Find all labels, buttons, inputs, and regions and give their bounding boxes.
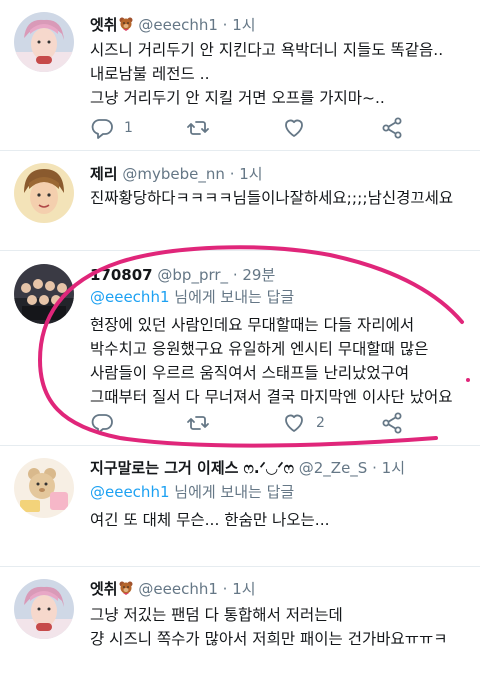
tweet-line: 그냥 거리두기 안 지킬 거면 오프를 가지마~.. — [90, 89, 385, 107]
tweet-header: 지구말로는 그거 이제스 ෆ.ᐟ◡ᐟෆ @2_Ze_S · 1시 — [90, 457, 405, 479]
reply-context-label: 님에게 보내는 답글 — [169, 483, 295, 501]
tweet-header: 제리 @mybebe_nn · 1시 — [90, 163, 263, 185]
tweet[interactable]: 엣취 @eeechh1 · 1시 시즈니 거리두기 안 지킨다고 욕박더니 지들… — [0, 0, 480, 150]
tweet-actions: 2 — [90, 411, 420, 435]
tweet-text: 진짜황당하다ㅋㅋㅋㅋ님들이나잘하세요;;;;남신경끄세요 — [90, 186, 475, 210]
reply-handle-link[interactable]: @eeechh1 — [90, 483, 170, 501]
tweet-header: 엣취 @eeechh1 · 1시 — [90, 14, 256, 36]
tweet-line: 여긴 또 대체 무슨... 한숨만 나오는... — [90, 511, 330, 529]
tweet-line: 진짜황당하다ㅋㅋㅋㅋ님들이나잘하세요;;;;남신경끄세요 — [90, 189, 454, 207]
tweet-header: 170807 @bp_prr_ · 29분 — [90, 264, 275, 286]
reply-button[interactable]: 1 — [90, 116, 133, 140]
retweet-icon — [187, 416, 209, 430]
retweet-icon — [187, 121, 209, 135]
teddy-bear-icon — [118, 580, 134, 602]
share-icon — [382, 412, 402, 434]
display-name[interactable]: 170807 — [90, 266, 153, 284]
tweet-line: 사람들이 우르르 움직여서 스태프들 난리났었구여 — [90, 364, 410, 382]
tweet-line: 내로남불 레전드 .. — [90, 65, 210, 83]
reply-icon — [91, 119, 113, 139]
display-name[interactable]: 제리 — [90, 165, 118, 183]
share-icon — [382, 117, 402, 139]
retweet-button[interactable] — [186, 411, 210, 435]
like-count: 2 — [316, 415, 325, 431]
separator: · — [222, 580, 228, 598]
reply-button[interactable] — [90, 411, 114, 435]
avatar[interactable] — [14, 579, 74, 639]
tweet-text: 그냥 저깄는 팬덤 다 통합해서 저러는데 걍 시즈니 쪽수가 많아서 저희만 … — [90, 603, 475, 651]
display-name[interactable]: 지구말로는 그거 이제스 ෆ.ᐟ◡ᐟෆ — [90, 459, 294, 477]
heart-icon — [285, 414, 303, 432]
like-button[interactable]: 2 — [282, 411, 325, 435]
tweet-line: 걍 시즈니 쪽수가 많아서 저희만 패이는 건가바요ㅠㅠㅋ — [90, 630, 448, 648]
tweet[interactable]: 제리 @mybebe_nn · 1시 진짜황당하다ㅋㅋㅋㅋ님들이나잘하세요;;;… — [0, 151, 480, 250]
user-handle[interactable]: @eeechh1 — [138, 580, 218, 598]
share-button[interactable] — [380, 116, 404, 140]
tweet-line: 시즈니 거리두기 안 지킨다고 욕박더니 지들도 똑같음.. — [90, 41, 444, 59]
teddy-bear-icon — [118, 16, 134, 38]
tweet-line: 그냥 저깄는 팬덤 다 통합해서 저러는데 — [90, 606, 343, 624]
timestamp[interactable]: 1시 — [239, 165, 262, 183]
display-name[interactable]: 엣취 — [90, 16, 118, 34]
timestamp[interactable]: 29분 — [242, 266, 275, 284]
tweet-header: 엣취 @eeechh1 · 1시 — [90, 578, 256, 600]
reply-context-label: 님에게 보내는 답글 — [169, 288, 295, 306]
tweet-line: 그때부터 질서 다 무너져서 결국 마지막엔 이사단 났어요 — [90, 388, 453, 406]
separator: · — [222, 16, 228, 34]
tweet-text: 시즈니 거리두기 안 지킨다고 욕박더니 지들도 똑같음.. 내로남불 레전드 … — [90, 38, 475, 110]
reply-count: 1 — [124, 120, 133, 136]
timestamp[interactable]: 1시 — [232, 16, 255, 34]
share-button[interactable] — [380, 411, 404, 435]
timestamp[interactable]: 1시 — [382, 459, 405, 477]
tweet[interactable]: 170807 @bp_prr_ · 29분 @eeechh1 님에게 보내는 답… — [0, 251, 480, 445]
like-button[interactable] — [282, 116, 306, 140]
avatar[interactable] — [14, 163, 74, 223]
tweet-line: 박수치고 응원했구요 유일하게 엔시티 무대할때 많은 — [90, 340, 429, 358]
tweet-text: 여긴 또 대체 무슨... 한숨만 나오는... — [90, 508, 475, 532]
user-handle[interactable]: @2_Ze_S — [299, 459, 368, 477]
tweet-actions: 1 — [90, 116, 420, 140]
separator: · — [232, 266, 238, 284]
reply-handle-link[interactable]: @eeechh1 — [90, 288, 170, 306]
timestamp[interactable]: 1시 — [232, 580, 255, 598]
separator: · — [229, 165, 235, 183]
retweet-button[interactable] — [186, 116, 210, 140]
separator: · — [372, 459, 377, 477]
avatar[interactable] — [14, 458, 74, 518]
user-handle[interactable]: @mybebe_nn — [122, 165, 225, 183]
tweet-text: 현장에 있던 사람인데요 무대할때는 다들 자리에서 박수치고 응원했구요 유일… — [90, 313, 475, 409]
reply-context: @eeechh1 님에게 보내는 답글 — [90, 286, 294, 308]
tweet[interactable]: 엣취 @eeechh1 · 1시 그냥 저깄는 팬덤 다 통합해서 저러는데 걍… — [0, 567, 480, 693]
user-handle[interactable]: @eeechh1 — [138, 16, 218, 34]
display-name[interactable]: 엣취 — [90, 580, 118, 598]
reply-icon — [91, 414, 113, 434]
tweet[interactable]: 지구말로는 그거 이제스 ෆ.ᐟ◡ᐟෆ @2_Ze_S · 1시 @eeechh… — [0, 446, 480, 566]
avatar[interactable] — [14, 264, 74, 324]
heart-icon — [285, 119, 303, 137]
user-handle[interactable]: @bp_prr_ — [157, 266, 228, 284]
tweet-line: 현장에 있던 사람인데요 무대할때는 다들 자리에서 — [90, 316, 415, 334]
avatar[interactable] — [14, 12, 74, 72]
reply-context: @eeechh1 님에게 보내는 답글 — [90, 481, 294, 503]
